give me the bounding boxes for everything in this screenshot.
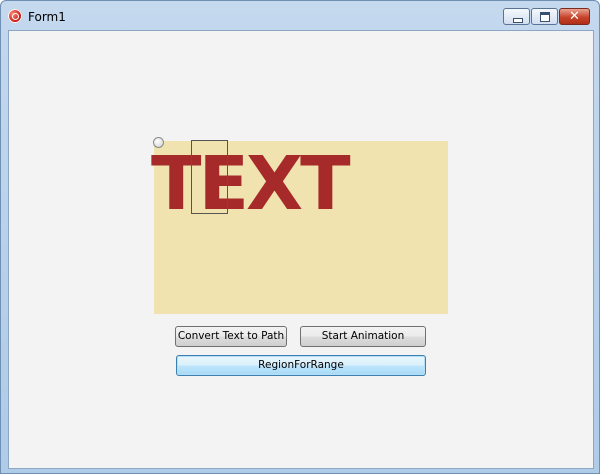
window-title: Form1	[28, 10, 66, 24]
form1-window: Form1 ✕ TEXT Convert Text to Path Start …	[0, 0, 600, 474]
canvas-text: TEXT	[151, 141, 351, 227]
anchor-handle-icon[interactable]	[153, 137, 164, 148]
close-button[interactable]: ✕	[559, 8, 590, 25]
form-client-area: TEXT Convert Text to Path Start Animatio…	[8, 30, 594, 469]
range-selection-rectangle	[191, 140, 228, 214]
maximize-icon	[540, 12, 550, 22]
region-for-range-button[interactable]: RegionForRange	[176, 355, 426, 376]
app-icon[interactable]	[8, 9, 22, 23]
convert-text-to-path-button[interactable]: Convert Text to Path	[175, 326, 287, 347]
close-icon: ✕	[569, 9, 580, 24]
minimize-icon	[513, 18, 523, 23]
start-animation-button[interactable]: Start Animation	[300, 326, 426, 347]
minimize-button[interactable]	[503, 8, 530, 25]
maximize-button[interactable]	[531, 8, 558, 25]
title-bar[interactable]: Form1 ✕	[1, 1, 599, 31]
